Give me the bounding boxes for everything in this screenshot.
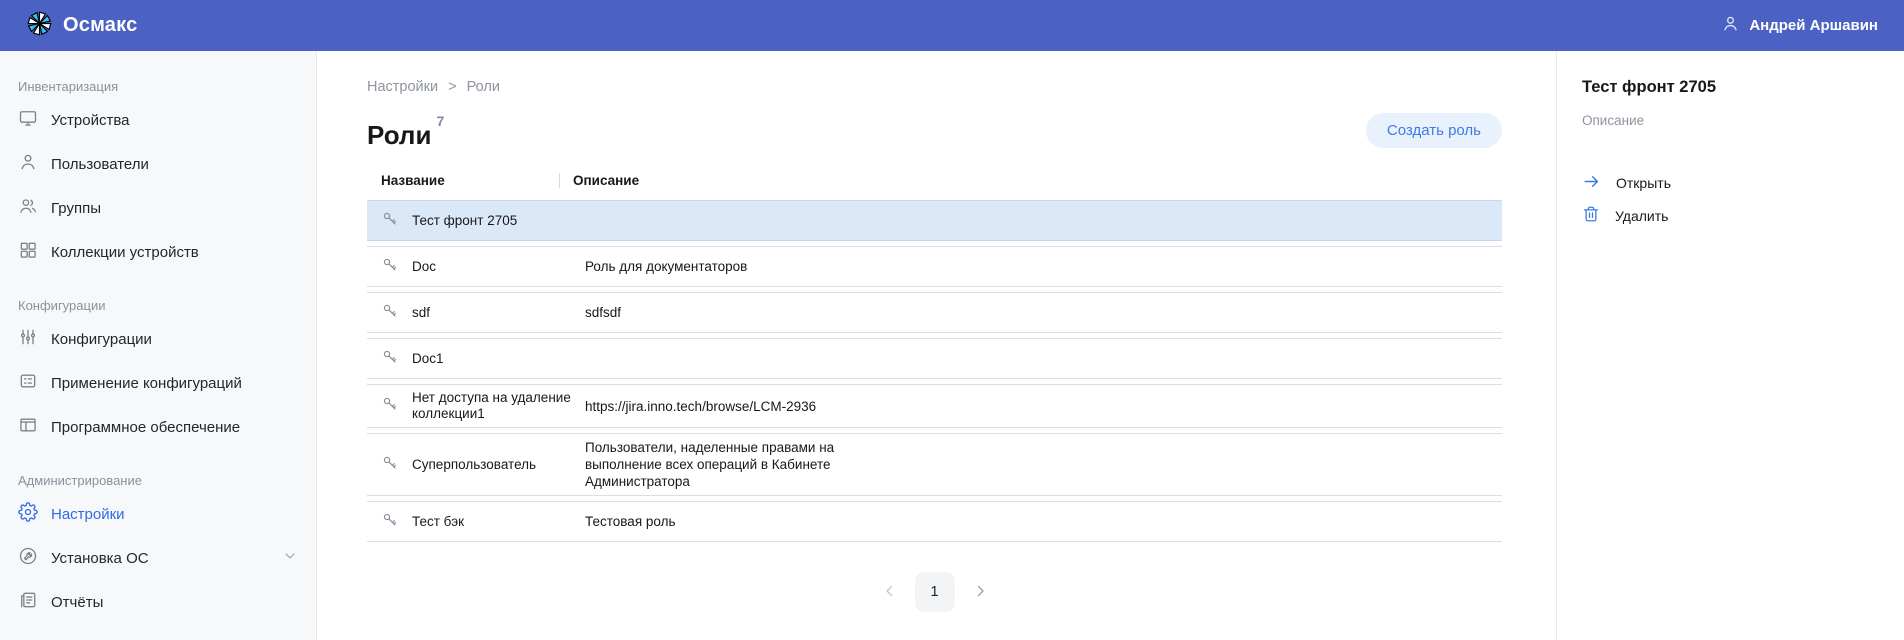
key-icon <box>381 511 399 533</box>
trash-icon <box>1582 205 1600 226</box>
detail-panel-title: Тест фронт 2705 <box>1582 78 1880 97</box>
detail-panel: Тест фронт 2705 Описание Открыть <box>1556 51 1904 640</box>
key-icon <box>381 256 399 278</box>
user-icon <box>1721 14 1740 37</box>
sidebar-item-label: Программное обеспечение <box>51 419 240 436</box>
breadcrumb-roles: Роли <box>467 79 500 95</box>
column-divider <box>559 173 560 188</box>
role-description: Пользователи, наделенные правами на выпо… <box>585 439 895 490</box>
main-content: Настройки > Роли Роли7 Создать роль Назв… <box>317 51 1556 640</box>
top-header: Осмакс Андрей Аршавин <box>0 0 1904 51</box>
table-row[interactable]: Тест фронт 2705 <box>367 200 1502 241</box>
role-description: https://jira.inno.tech/browse/LCM-2936 <box>585 398 816 415</box>
table-row[interactable]: Doc Роль для документаторов <box>367 246 1502 287</box>
open-role-action[interactable]: Открыть <box>1582 166 1880 199</box>
monitor-icon <box>18 108 38 132</box>
role-name: sdf <box>412 305 430 321</box>
grid-icon <box>18 240 38 264</box>
user-icon <box>18 152 38 176</box>
action-label: Удалить <box>1615 208 1668 224</box>
pagination-prev-button[interactable] <box>881 582 899 603</box>
role-description: Тестовая роль <box>585 513 676 530</box>
sidebar-item-label: Конфигурации <box>51 331 152 348</box>
user-menu[interactable]: Андрей Аршавин <box>1721 14 1878 37</box>
software-icon <box>18 415 38 439</box>
roles-table: Название Описание Тест фронт 2705 Doc Ро… <box>367 167 1502 542</box>
chevron-left-icon <box>881 582 899 603</box>
table-row[interactable]: Нет доступа на удаление коллекции1 https… <box>367 384 1502 428</box>
wrench-icon <box>18 546 38 570</box>
role-name: Doc1 <box>412 351 444 367</box>
brand-name: Осмакс <box>63 14 137 37</box>
breadcrumb-settings[interactable]: Настройки <box>367 79 438 95</box>
sliders-icon <box>18 327 38 351</box>
detail-description-label: Описание <box>1582 113 1880 128</box>
key-icon <box>381 454 399 476</box>
sidebar-item-users[interactable]: Пользователи <box>16 142 300 186</box>
column-header-description: Описание <box>573 173 639 188</box>
key-icon <box>381 395 399 417</box>
delete-role-action[interactable]: Удалить <box>1582 199 1880 232</box>
key-icon <box>381 210 399 232</box>
sidebar-item-label: Отчёты <box>51 594 103 611</box>
table-row[interactable]: Тест бэк Тестовая роль <box>367 501 1502 542</box>
action-label: Открыть <box>1616 175 1671 191</box>
sidebar-group-configurations: Конфигурации <box>18 298 300 313</box>
sidebar-item-settings[interactable]: Настройки <box>16 492 300 536</box>
sidebar-item-apply-configurations[interactable]: Применение конфигураций <box>16 361 300 405</box>
sidebar-item-label: Применение конфигураций <box>51 375 242 392</box>
role-name: Нет доступа на удаление коллекции1 <box>412 390 572 422</box>
chevron-right-icon <box>971 582 989 603</box>
chevron-down-icon[interactable] <box>282 548 298 568</box>
sidebar-item-label: Группы <box>51 200 101 217</box>
page-title: Роли7 <box>367 113 444 151</box>
role-name: Суперпользователь <box>412 457 536 473</box>
sidebar-group-administration: Администрирование <box>18 473 300 488</box>
breadcrumb-separator: > <box>448 79 456 95</box>
role-description: Роль для документаторов <box>585 258 747 275</box>
table-row[interactable]: Суперпользователь Пользователи, наделенн… <box>367 433 1502 496</box>
key-icon <box>381 348 399 370</box>
sidebar-group-inventory: Инвентаризация <box>18 79 300 94</box>
table-row[interactable]: Doc1 <box>367 338 1502 379</box>
role-name: Doc <box>412 259 436 275</box>
breadcrumb: Настройки > Роли <box>367 79 1502 95</box>
pagination-page-1[interactable]: 1 <box>915 572 955 612</box>
gear-icon <box>18 502 38 526</box>
sidebar-item-reports[interactable]: Отчёты <box>16 580 300 624</box>
pinwheel-logo-icon <box>26 10 53 42</box>
checklist-icon <box>18 371 38 395</box>
pagination-next-button[interactable] <box>971 582 989 603</box>
sidebar-item-device-collections[interactable]: Коллекции устройств <box>16 230 300 274</box>
pagination: 1 <box>367 572 1502 612</box>
sidebar-item-devices[interactable]: Устройства <box>16 98 300 142</box>
sidebar-item-label: Пользователи <box>51 156 149 173</box>
report-icon <box>18 590 38 614</box>
table-row[interactable]: sdf sdfsdf <box>367 292 1502 333</box>
app-logo[interactable]: Осмакс <box>26 10 137 42</box>
sidebar-item-label: Коллекции устройств <box>51 244 199 261</box>
sidebar-item-label: Настройки <box>51 506 125 523</box>
role-name: Тест бэк <box>412 514 464 530</box>
sidebar-item-os-install[interactable]: Установка ОС <box>16 536 300 580</box>
sidebar-item-label: Устройства <box>51 112 129 129</box>
user-name: Андрей Аршавин <box>1749 17 1878 34</box>
column-header-name: Название <box>381 173 559 188</box>
role-description: sdfsdf <box>585 304 621 321</box>
sidebar-item-label: Установка ОС <box>51 550 149 567</box>
role-name: Тест фронт 2705 <box>412 213 517 229</box>
sidebar-item-groups[interactable]: Группы <box>16 186 300 230</box>
sidebar-item-configurations[interactable]: Конфигурации <box>16 317 300 361</box>
sidebar-item-software[interactable]: Программное обеспечение <box>16 405 300 449</box>
key-icon <box>381 302 399 324</box>
table-header: Название Описание <box>367 167 1502 200</box>
arrow-right-icon <box>1582 172 1601 194</box>
create-role-button[interactable]: Создать роль <box>1366 113 1502 148</box>
roles-count-badge: 7 <box>436 113 444 129</box>
users-icon <box>18 196 38 220</box>
sidebar: Инвентаризация Устройства Пользователи <box>0 51 317 640</box>
